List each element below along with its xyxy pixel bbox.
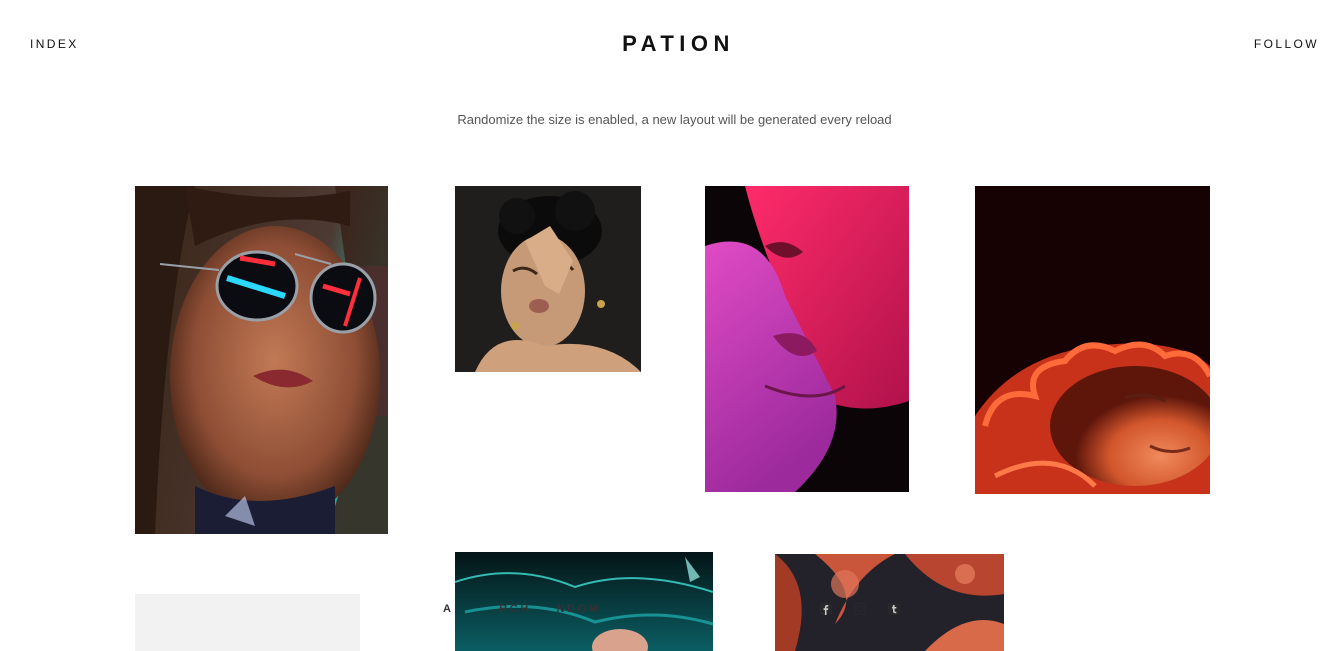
site-logo[interactable]: PATION: [0, 31, 1344, 57]
gallery-tile-placeholder[interactable]: [135, 594, 360, 651]
social-links: [819, 602, 901, 616]
gallery-tile-red-hair[interactable]: [975, 186, 1210, 494]
tumblr-icon[interactable]: [887, 602, 901, 616]
instagram-icon[interactable]: [853, 602, 867, 616]
footer-nav: A RCH NDOM: [443, 603, 621, 615]
sunglasses-portrait-image: [135, 186, 388, 534]
facebook-icon[interactable]: [819, 602, 833, 616]
footer-nav-item-3[interactable]: RCH: [499, 603, 531, 615]
hand-portrait-image: [455, 186, 641, 372]
gallery-tile-kiss[interactable]: [705, 186, 909, 492]
gallery-tile-water[interactable]: [455, 552, 713, 651]
kiss-image: [705, 186, 909, 492]
follow-link[interactable]: FOLLOW: [1254, 37, 1319, 51]
red-hair-image: [975, 186, 1210, 494]
water-image: [455, 552, 713, 651]
footer-nav-item-1[interactable]: A: [443, 603, 454, 615]
gallery-tile-hand-portrait[interactable]: [455, 186, 641, 372]
randomize-notice: Randomize the size is enabled, a new lay…: [457, 112, 892, 127]
footer-nav-item-4[interactable]: NDOM: [557, 603, 601, 615]
gallery-tile-sunglasses-portrait[interactable]: [135, 186, 388, 534]
